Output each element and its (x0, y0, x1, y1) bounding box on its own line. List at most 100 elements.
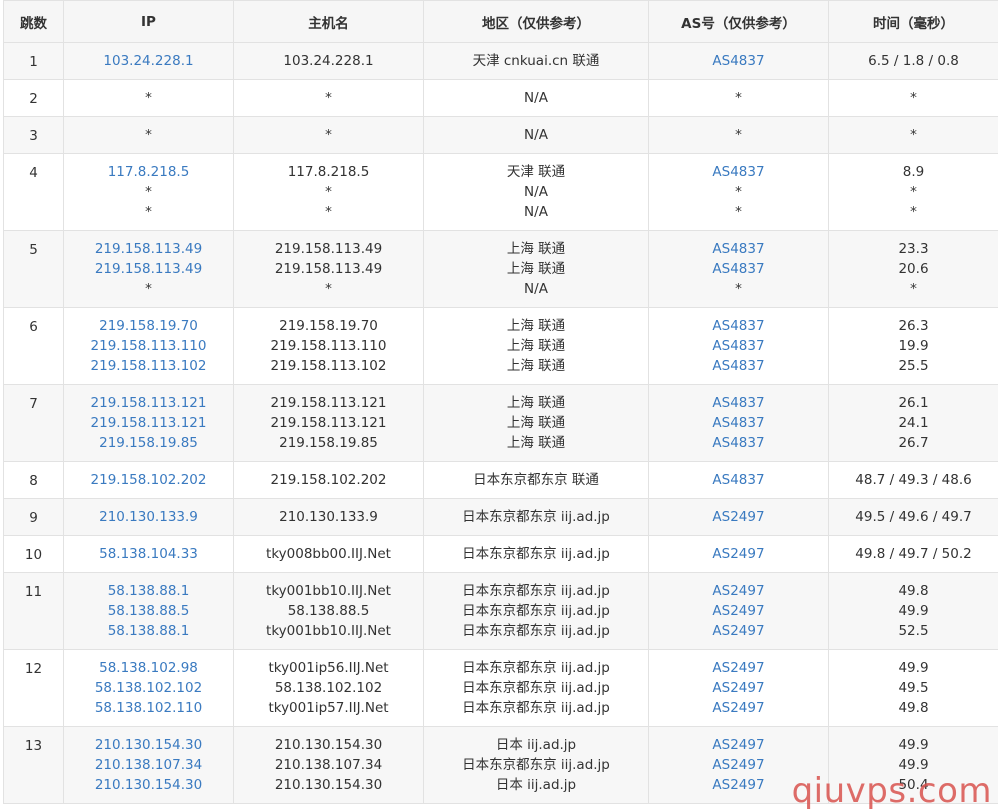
hop-number: 9 (4, 499, 64, 536)
asn-link[interactable]: AS4837 (651, 336, 826, 356)
ip-link[interactable]: 103.24.228.1 (66, 51, 231, 71)
region-text: 天津 cnkuai.cn 联通 (426, 51, 646, 71)
table-row: 9210.130.133.9210.130.133.9日本东京都东京 iij.a… (4, 499, 998, 536)
column-header-ip: IP (64, 1, 234, 43)
hosts-cell: 219.158.113.49219.158.113.49* (234, 231, 424, 308)
regions-cell: 日本东京都东京 iij.ad.jp (424, 536, 649, 573)
asn-link[interactable]: AS2497 (651, 698, 826, 718)
hosts-cell: 210.130.154.30210.138.107.34210.130.154.… (234, 727, 424, 804)
ip-link[interactable]: 58.138.102.98 (66, 658, 231, 678)
times-cell: 8.9** (829, 154, 998, 231)
ip-link[interactable]: 58.138.88.1 (66, 621, 231, 641)
asn-link[interactable]: AS2497 (651, 621, 826, 641)
times-cell: 48.7 / 49.3 / 48.6 (829, 462, 998, 499)
hostname-text: tky008bb00.IIJ.Net (236, 544, 421, 564)
latency-text: 49.8 / 49.7 / 50.2 (831, 544, 996, 564)
regions-cell: 天津 cnkuai.cn 联通 (424, 43, 649, 80)
latency-text: 49.9 (831, 658, 996, 678)
asn-link[interactable]: AS4837 (651, 239, 826, 259)
ip-link[interactable]: 58.138.88.5 (66, 601, 231, 621)
asn-link: * (651, 279, 826, 299)
ip-link: * (66, 182, 231, 202)
asn-link[interactable]: AS4837 (651, 356, 826, 376)
latency-text: 49.8 (831, 581, 996, 601)
hop-number: 1 (4, 43, 64, 80)
asn-link[interactable]: AS4837 (651, 413, 826, 433)
ip-link[interactable]: 58.138.102.110 (66, 698, 231, 718)
ip-link[interactable]: 219.158.113.121 (66, 393, 231, 413)
regions-cell: 上海 联通上海 联通上海 联通 (424, 385, 649, 462)
region-text: 日本东京都东京 iij.ad.jp (426, 581, 646, 601)
asn-link[interactable]: AS2497 (651, 544, 826, 564)
asns-cell: AS2497AS2497AS2497 (649, 573, 829, 650)
asn-link[interactable]: AS2497 (651, 581, 826, 601)
hostname-text: tky001ip57.IIJ.Net (236, 698, 421, 718)
asn-link[interactable]: AS4837 (651, 162, 826, 182)
hosts-cell: * (234, 80, 424, 117)
ip-link[interactable]: 210.130.154.30 (66, 735, 231, 755)
hostname-text: tky001ip56.IIJ.Net (236, 658, 421, 678)
ip-link[interactable]: 58.138.88.1 (66, 581, 231, 601)
hostname-text: * (236, 125, 421, 145)
ip-link[interactable]: 219.158.102.202 (66, 470, 231, 490)
regions-cell: N/A (424, 80, 649, 117)
ips-cell: 58.138.88.158.138.88.558.138.88.1 (64, 573, 234, 650)
latency-text: 49.9 (831, 735, 996, 755)
asns-cell: AS4837 (649, 462, 829, 499)
hostname-text: 58.138.88.5 (236, 601, 421, 621)
table-row: 6219.158.19.70219.158.113.110219.158.113… (4, 308, 998, 385)
times-cell: 49.8 / 49.7 / 50.2 (829, 536, 998, 573)
ip-link[interactable]: 58.138.104.33 (66, 544, 231, 564)
hosts-cell: tky008bb00.IIJ.Net (234, 536, 424, 573)
asns-cell: AS4837AS4837AS4837 (649, 385, 829, 462)
asn-link[interactable]: AS2497 (651, 755, 826, 775)
hostname-text: 210.138.107.34 (236, 755, 421, 775)
ip-link[interactable]: 219.158.113.110 (66, 336, 231, 356)
asn-link[interactable]: AS2497 (651, 678, 826, 698)
hostname-text: 219.158.19.70 (236, 316, 421, 336)
asn-link: * (651, 125, 826, 145)
table-row: 1258.138.102.9858.138.102.10258.138.102.… (4, 650, 998, 727)
times-cell: 23.320.6* (829, 231, 998, 308)
asn-link[interactable]: AS4837 (651, 51, 826, 71)
asn-link[interactable]: AS2497 (651, 658, 826, 678)
table-row: 1158.138.88.158.138.88.558.138.88.1tky00… (4, 573, 998, 650)
ips-cell: 58.138.102.9858.138.102.10258.138.102.11… (64, 650, 234, 727)
asn-link[interactable]: AS2497 (651, 601, 826, 621)
ip-link[interactable]: 219.158.19.85 (66, 433, 231, 453)
asn-link[interactable]: AS4837 (651, 259, 826, 279)
ip-link[interactable]: 219.158.113.49 (66, 239, 231, 259)
asn-link[interactable]: AS4837 (651, 316, 826, 336)
asn-link[interactable]: AS4837 (651, 393, 826, 413)
column-header-asn: AS号（仅供参考） (649, 1, 829, 43)
ip-link[interactable]: 117.8.218.5 (66, 162, 231, 182)
ip-link[interactable]: 210.130.133.9 (66, 507, 231, 527)
regions-cell: 日本东京都东京 联通 (424, 462, 649, 499)
latency-text: 52.5 (831, 621, 996, 641)
ip-link[interactable]: 219.158.113.121 (66, 413, 231, 433)
region-text: 日本东京都东京 iij.ad.jp (426, 544, 646, 564)
column-header-region: 地区（仅供参考） (424, 1, 649, 43)
asn-link[interactable]: AS4837 (651, 470, 826, 490)
asn-link[interactable]: AS2497 (651, 775, 826, 795)
ips-cell: * (64, 117, 234, 154)
column-header-time: 时间（毫秒） (829, 1, 998, 43)
hostname-text: 219.158.19.85 (236, 433, 421, 453)
asns-cell: AS4837 (649, 43, 829, 80)
ip-link[interactable]: 219.158.19.70 (66, 316, 231, 336)
ips-cell: * (64, 80, 234, 117)
ip-link[interactable]: 210.130.154.30 (66, 775, 231, 795)
region-text: 上海 联通 (426, 239, 646, 259)
asn-link[interactable]: AS2497 (651, 507, 826, 527)
asn-link[interactable]: AS4837 (651, 433, 826, 453)
ip-link[interactable]: 219.158.113.102 (66, 356, 231, 376)
ip-link[interactable]: 58.138.102.102 (66, 678, 231, 698)
ip-link[interactable]: 210.138.107.34 (66, 755, 231, 775)
latency-text: * (831, 125, 996, 145)
times-cell: 49.949.549.8 (829, 650, 998, 727)
ip-link[interactable]: 219.158.113.49 (66, 259, 231, 279)
latency-text: 49.5 (831, 678, 996, 698)
asn-link[interactable]: AS2497 (651, 735, 826, 755)
hostname-text: 58.138.102.102 (236, 678, 421, 698)
table-row: 1103.24.228.1103.24.228.1天津 cnkuai.cn 联通… (4, 43, 998, 80)
